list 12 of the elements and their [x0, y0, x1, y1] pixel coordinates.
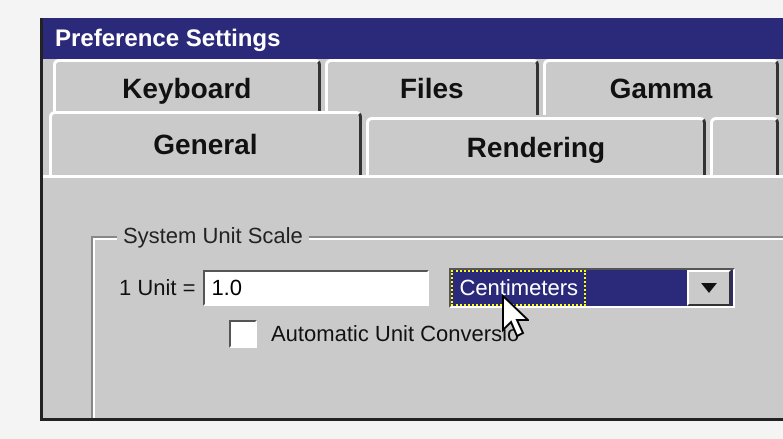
unit-label: 1 Unit = [119, 275, 196, 301]
checkbox-label: Automatic Unit Conversio [271, 321, 520, 347]
tab[interactable]: Rendering [366, 117, 706, 175]
tab[interactable]: General [49, 111, 362, 175]
tab[interactable]: Files [324, 59, 539, 115]
window-title: Preference Settings [43, 18, 783, 59]
unit-input-field[interactable]: 1.0 [203, 270, 430, 306]
tab[interactable]: Gamma [542, 59, 779, 115]
tab[interactable] [710, 117, 779, 175]
caret-icon [701, 283, 718, 293]
checkbox[interactable] [229, 320, 257, 348]
unit-dropdown[interactable]: Centimeters [449, 268, 736, 308]
